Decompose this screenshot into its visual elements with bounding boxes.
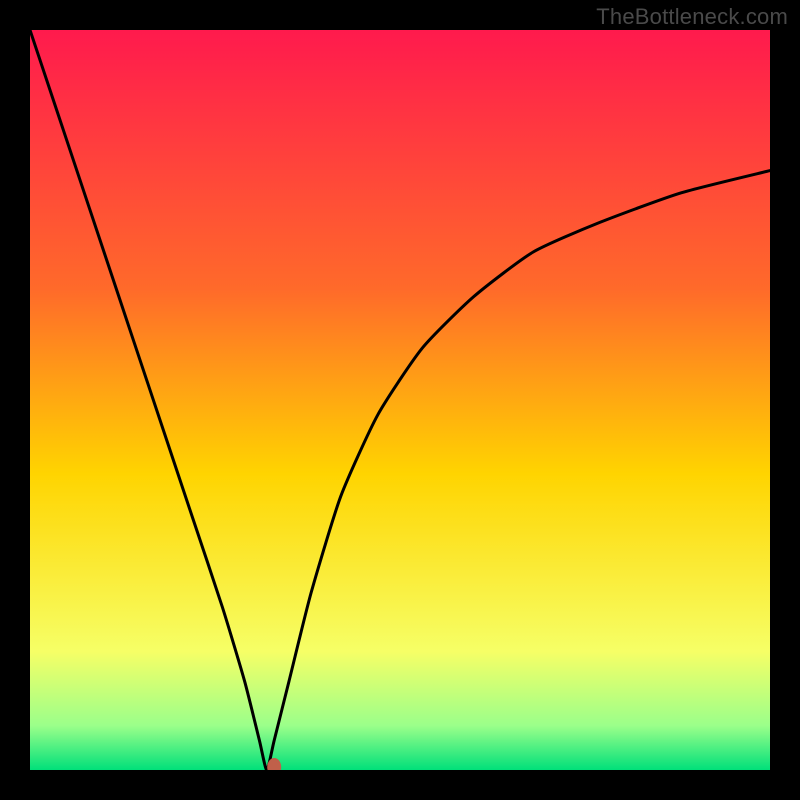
chart-root: { "watermark": "TheBottleneck.com", "col…: [0, 0, 800, 800]
plot-area: [30, 30, 770, 770]
watermark-label: TheBottleneck.com: [596, 4, 788, 30]
gradient-background: [30, 30, 770, 770]
